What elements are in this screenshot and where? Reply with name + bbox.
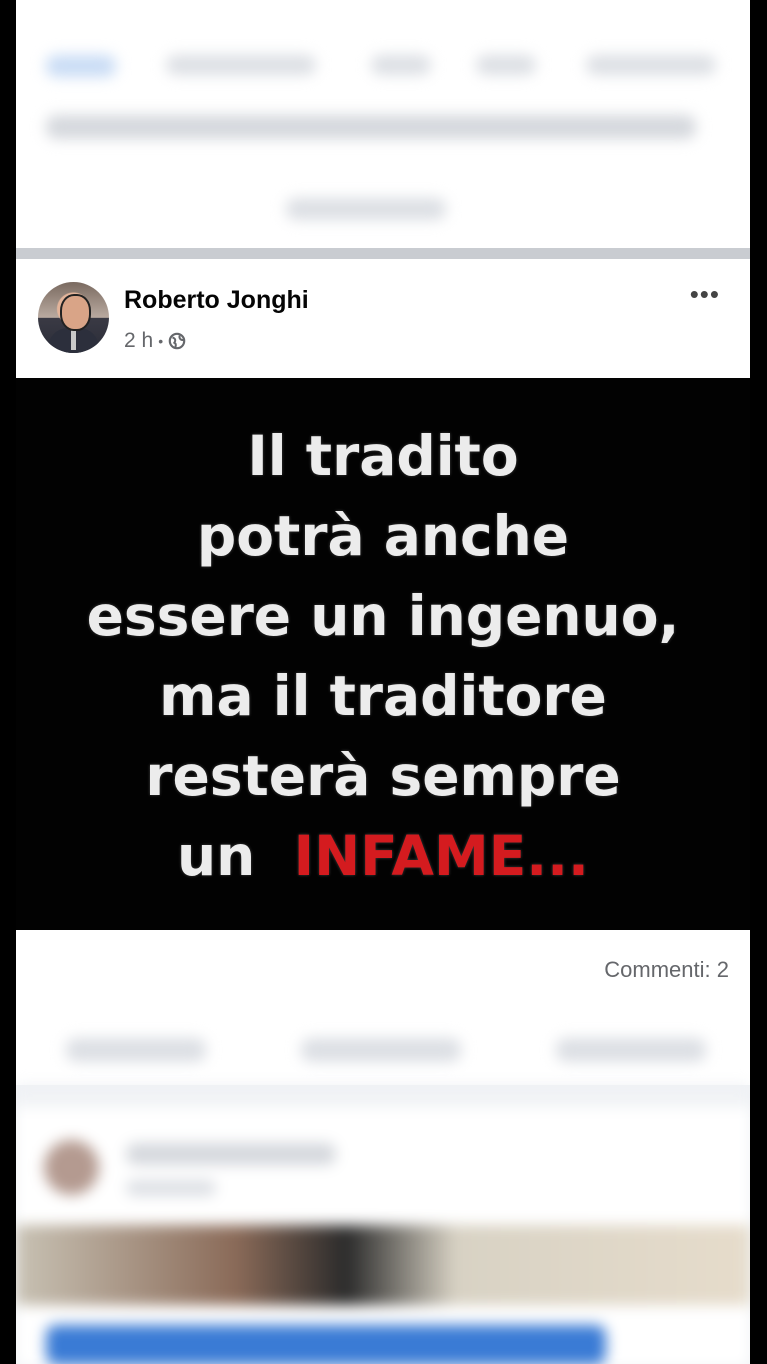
feed-screen: Roberto Jonghi 2 h • ••• Il tradito potr… xyxy=(16,0,750,1364)
post-time[interactable]: 2 h xyxy=(124,329,153,353)
comments-count[interactable]: Commenti: 2 xyxy=(604,957,729,983)
post-actions-blurred xyxy=(16,1020,750,1080)
quote-line-5: resterà sempre xyxy=(145,744,621,808)
quote-line-2: potrà anche xyxy=(196,504,570,568)
post-header: Roberto Jonghi 2 h • ••• xyxy=(16,259,750,378)
post-separator xyxy=(16,248,750,259)
more-options-icon[interactable]: ••• xyxy=(690,281,720,307)
post-meta: 2 h • xyxy=(124,329,186,353)
post-footer: Commenti: 2 xyxy=(16,930,750,1085)
next-post-blurred xyxy=(16,1085,750,1364)
previous-post-card-blurred xyxy=(16,0,750,248)
quote-line-6: un INFAME... xyxy=(16,816,750,896)
post-image[interactable]: Il tradito potrà anche essere un ingenuo… xyxy=(16,378,750,930)
quote-line-3: essere un ingenuo, xyxy=(86,584,680,648)
author-avatar[interactable] xyxy=(38,282,109,353)
quote-text: Il tradito potrà anche essere un ingenuo… xyxy=(16,416,750,896)
author-name[interactable]: Roberto Jonghi xyxy=(124,286,309,315)
quote-last-prefix: un xyxy=(177,824,256,888)
meta-dot: • xyxy=(158,333,164,349)
quote-highlight: INFAME... xyxy=(293,824,589,888)
globe-icon xyxy=(168,332,186,350)
quote-line-4: ma il traditore xyxy=(159,664,607,728)
quote-line-1: Il tradito xyxy=(247,424,519,488)
